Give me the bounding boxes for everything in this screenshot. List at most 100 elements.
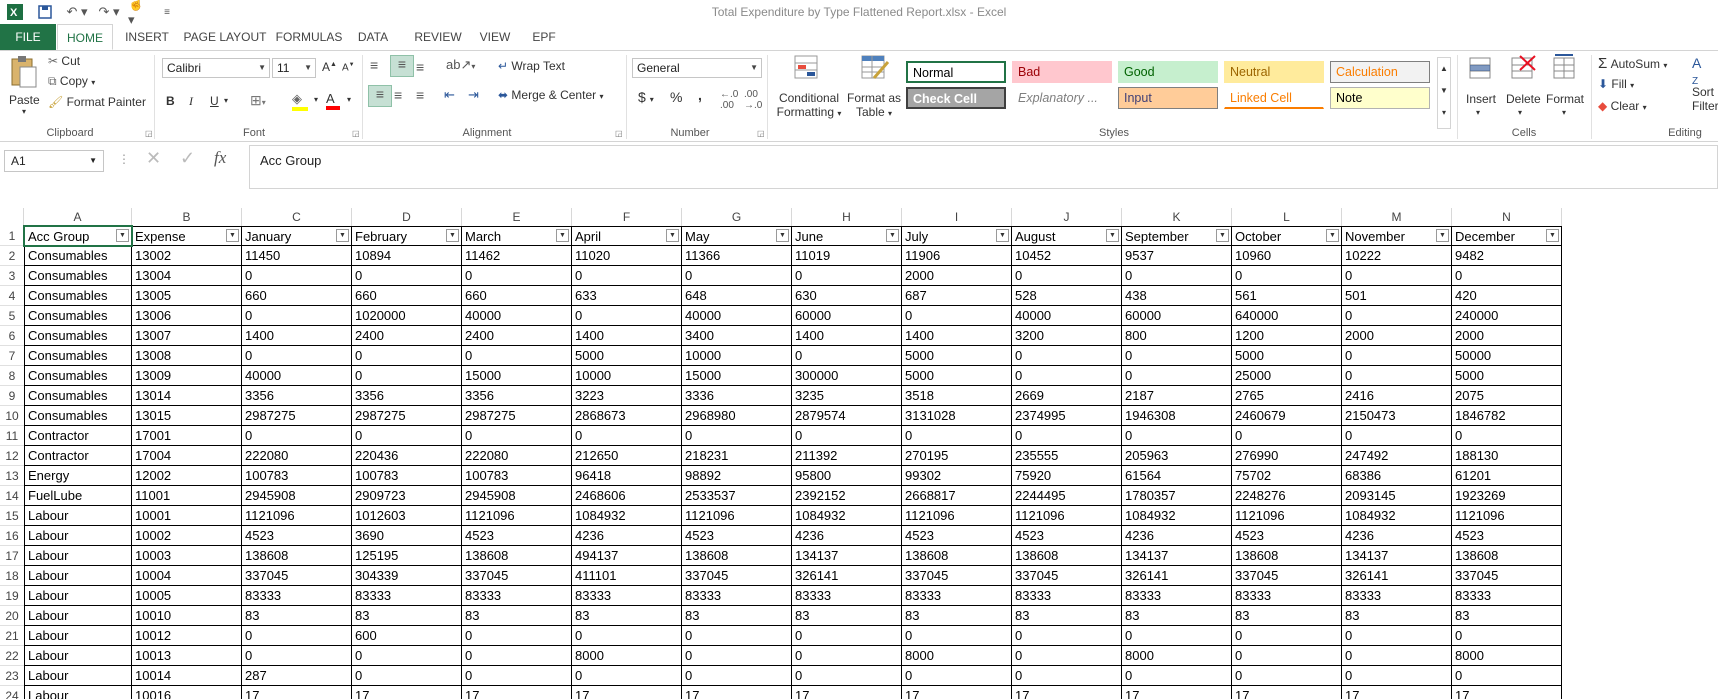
table-cell[interactable]: 17: [1122, 686, 1232, 699]
fill-color-icon[interactable]: ◈: [292, 91, 308, 111]
table-cell[interactable]: 10001: [132, 506, 242, 526]
table-cell[interactable]: 528: [1012, 286, 1122, 306]
table-cell[interactable]: 0: [242, 646, 352, 666]
table-cell[interactable]: 9537: [1122, 246, 1232, 266]
table-cell[interactable]: 10894: [352, 246, 462, 266]
table-cell[interactable]: 0: [242, 346, 352, 366]
table-cell[interactable]: 0: [462, 646, 572, 666]
table-cell[interactable]: 0: [1122, 266, 1232, 286]
bold-button[interactable]: B: [166, 94, 175, 108]
table-cell[interactable]: 2000: [1342, 326, 1452, 346]
column-header-f[interactable]: F: [572, 208, 682, 226]
table-cell[interactable]: 800: [1122, 326, 1232, 346]
table-cell[interactable]: 494137: [572, 546, 682, 566]
table-cell[interactable]: 3223: [572, 386, 682, 406]
table-cell[interactable]: 138608: [242, 546, 352, 566]
tab-epf[interactable]: EPF: [526, 24, 562, 50]
table-cell[interactable]: 3356: [462, 386, 572, 406]
row-header[interactable]: 11: [0, 426, 24, 446]
row-header[interactable]: 1: [0, 226, 24, 246]
table-cell[interactable]: 25000: [1232, 366, 1342, 386]
table-cell[interactable]: 0: [682, 426, 792, 446]
table-cell[interactable]: 0: [1342, 426, 1452, 446]
table-cell[interactable]: Labour: [24, 606, 132, 626]
row-header[interactable]: 2: [0, 246, 24, 266]
delete-cells-button[interactable]: Delete: [1506, 92, 1541, 106]
table-cell[interactable]: 287: [242, 666, 352, 686]
table-cell[interactable]: 15000: [682, 366, 792, 386]
table-cell[interactable]: Consumables: [24, 386, 132, 406]
table-cell[interactable]: Labour: [24, 566, 132, 586]
row-header[interactable]: 3: [0, 266, 24, 286]
table-cell[interactable]: 2533537: [682, 486, 792, 506]
cell-style-normal[interactable]: Normal: [906, 61, 1006, 83]
table-cell[interactable]: 1121096: [462, 506, 572, 526]
table-cell[interactable]: 660: [352, 286, 462, 306]
table-cell[interactable]: 300000: [792, 366, 902, 386]
table-cell[interactable]: 2669: [1012, 386, 1122, 406]
delete-cells-icon[interactable]: [1510, 54, 1536, 85]
format-as-table-icon[interactable]: [860, 54, 890, 85]
table-cell[interactable]: 188130: [1452, 446, 1562, 466]
cell-style-input[interactable]: Input: [1118, 87, 1218, 109]
table-cell[interactable]: 83: [902, 606, 1012, 626]
table-cell[interactable]: Consumables: [24, 366, 132, 386]
filter-dropdown-icon[interactable]: ▼: [996, 229, 1009, 242]
table-cell[interactable]: 212650: [572, 446, 682, 466]
table-cell[interactable]: 0: [352, 646, 462, 666]
table-cell[interactable]: 326141: [1122, 566, 1232, 586]
sort-filter-icon[interactable]: AZ: [1692, 55, 1701, 87]
table-cell[interactable]: 2987275: [242, 406, 352, 426]
table-cell[interactable]: 5000: [1232, 346, 1342, 366]
cell-style-linked-cell[interactable]: Linked Cell: [1224, 87, 1324, 109]
table-cell[interactable]: Contractor: [24, 426, 132, 446]
tab-data[interactable]: DATA: [352, 24, 394, 50]
table-cell[interactable]: 0: [1012, 266, 1122, 286]
table-cell[interactable]: 1200: [1232, 326, 1342, 346]
table-cell[interactable]: 61201: [1452, 466, 1562, 486]
table-cell[interactable]: 337045: [1232, 566, 1342, 586]
table-cell[interactable]: 17: [792, 686, 902, 699]
table-cell[interactable]: 4523: [242, 526, 352, 546]
tab-file[interactable]: FILE: [0, 24, 56, 50]
table-cell[interactable]: 0: [572, 306, 682, 326]
table-cell[interactable]: 138608: [462, 546, 572, 566]
row-header[interactable]: 5: [0, 306, 24, 326]
table-cell[interactable]: 0: [462, 666, 572, 686]
table-cell[interactable]: 0: [572, 666, 682, 686]
cell-style-good[interactable]: Good: [1118, 61, 1218, 83]
delete-dropdown-icon[interactable]: ▾: [1518, 108, 1522, 117]
table-cell[interactable]: 9482: [1452, 246, 1562, 266]
row-header[interactable]: 15: [0, 506, 24, 526]
cell-style-bad[interactable]: Bad: [1012, 61, 1112, 83]
clear-button[interactable]: ◆ Clear ▾: [1598, 99, 1647, 113]
table-cell[interactable]: 0: [792, 346, 902, 366]
row-header[interactable]: 18: [0, 566, 24, 586]
table-cell[interactable]: 326141: [792, 566, 902, 586]
table-cell[interactable]: 17: [1342, 686, 1452, 699]
table-cell[interactable]: 2392152: [792, 486, 902, 506]
column-header-n[interactable]: N: [1452, 208, 1562, 226]
table-cell[interactable]: 1084932: [1342, 506, 1452, 526]
font-launcher-icon[interactable]: ◲: [352, 129, 360, 138]
table-cell[interactable]: Consumables: [24, 306, 132, 326]
table-cell[interactable]: 40000: [462, 306, 572, 326]
row-header[interactable]: 21: [0, 626, 24, 646]
comma-button[interactable]: ,: [698, 87, 702, 103]
cell-style-calculation[interactable]: Calculation: [1330, 61, 1430, 83]
table-cell[interactable]: 100783: [242, 466, 352, 486]
format-cells-icon[interactable]: [1552, 54, 1578, 85]
table-cell[interactable]: 0: [792, 646, 902, 666]
tab-review[interactable]: REVIEW: [410, 24, 466, 50]
align-right-icon[interactable]: ≡: [416, 87, 424, 103]
table-cell[interactable]: 0: [352, 366, 462, 386]
table-cell[interactable]: 218231: [682, 446, 792, 466]
table-cell[interactable]: 75920: [1012, 466, 1122, 486]
table-cell[interactable]: 1121096: [1452, 506, 1562, 526]
table-cell[interactable]: 13005: [132, 286, 242, 306]
table-cell[interactable]: 0: [792, 626, 902, 646]
table-cell[interactable]: 83: [1232, 606, 1342, 626]
table-cell[interactable]: 10222: [1342, 246, 1452, 266]
table-cell[interactable]: 83: [1012, 606, 1122, 626]
table-cell[interactable]: 4523: [1452, 526, 1562, 546]
